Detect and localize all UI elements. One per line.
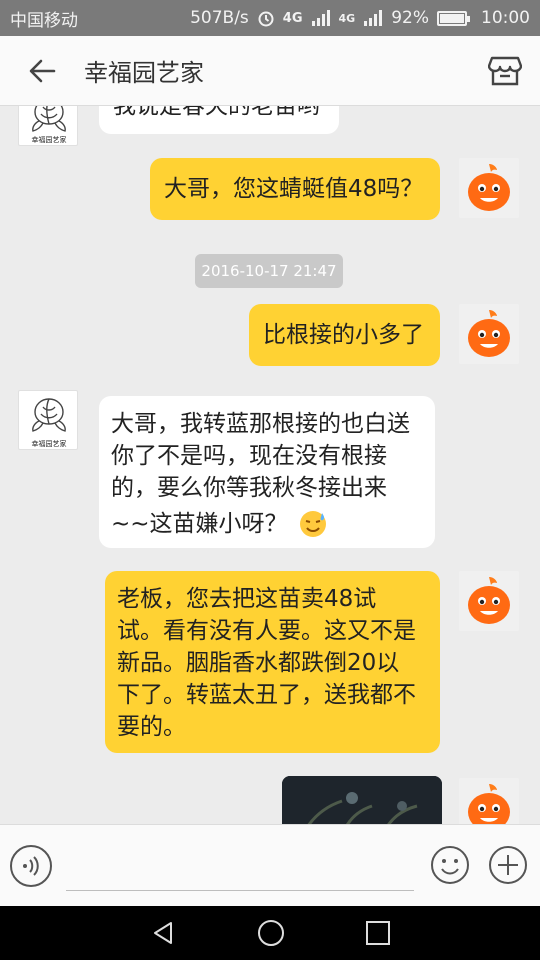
message-bubble-me[interactable]: 大哥，您这蜻蜓值48吗？: [150, 158, 440, 220]
store-button[interactable]: [470, 36, 540, 106]
nav-recent-icon[interactable]: [365, 920, 391, 946]
message-line: 大哥，我转蓝那根接的也白送: [111, 411, 410, 437]
chat-title: 幸福园艺家: [84, 59, 204, 87]
nav-back-icon[interactable]: [149, 919, 177, 947]
message-line: 你了不是吗，现在没有根接: [111, 443, 387, 469]
more-button[interactable]: [488, 845, 528, 885]
message-bubble-them[interactable]: 我说是春天的老苗哟: [99, 106, 339, 134]
my-avatar[interactable]: [459, 778, 519, 824]
message-input[interactable]: [66, 845, 414, 891]
message-text: 比根接的小多了: [263, 322, 424, 348]
message-bubble-me[interactable]: 比根接的小多了: [249, 304, 440, 366]
sweat-smile-emoji-icon: [299, 511, 326, 537]
emoji-icon: [431, 846, 469, 884]
shop-avatar-label: 幸福园艺家: [32, 135, 67, 144]
plus-icon: [489, 846, 527, 884]
message-line: ~~这苗嫌小呀？: [111, 511, 288, 537]
message-line: 的，要么你等我秋冬接出来: [111, 475, 387, 501]
message-bubble-me[interactable]: 老板，您去把这苗卖48试 试。看有没有人要。这又不是 新品。胭脂香水都跌倒20以…: [105, 571, 440, 753]
status-bar: 中国移动 507B/s 4G 4G 92% 10:00: [0, 0, 540, 36]
shop-avatar[interactable]: 幸福园艺家: [18, 106, 78, 146]
my-avatar[interactable]: [459, 571, 519, 631]
navigation-bar: [0, 906, 540, 960]
message-line: 老板，您去把这苗卖48试: [117, 586, 377, 612]
shop-avatar[interactable]: 幸福园艺家: [18, 390, 78, 450]
chat-area[interactable]: 幸福园艺家 我说是春天的老苗哟 大哥，您这蜻蜓值48吗？ 2016-10-17 …: [0, 106, 540, 824]
carrier-label: 中国移动: [10, 10, 78, 31]
signal-icon: [311, 10, 331, 26]
input-bar: [0, 824, 540, 906]
my-avatar[interactable]: [459, 158, 519, 218]
mascot-avatar-icon: [468, 784, 510, 824]
voice-button[interactable]: [10, 845, 52, 887]
plant-photo-icon: [282, 776, 442, 824]
nav-home-icon[interactable]: [256, 918, 286, 948]
clock: 10:00: [481, 8, 530, 28]
message-line: 新品。胭脂香水都跌倒20以: [117, 650, 400, 676]
emoji-button[interactable]: [430, 845, 470, 885]
network-type-2: 4G: [338, 11, 356, 25]
message-line: 下了。转蓝太丑了，送我都不: [117, 682, 416, 708]
signal-icon-2: [363, 10, 383, 26]
voice-icon: [23, 856, 39, 876]
status-indicators: 507B/s 4G 4G 92% 10:00: [190, 8, 530, 28]
my-avatar[interactable]: [459, 304, 519, 364]
network-type-1: 4G: [282, 10, 303, 26]
message-text: 我说是春天的老苗哟: [113, 106, 320, 119]
battery-percent: 92%: [391, 8, 429, 28]
title-bar: 幸福园艺家: [0, 36, 540, 106]
network-speed: 507B/s: [190, 8, 249, 28]
message-line: 要的。: [117, 714, 186, 740]
battery-fill: [440, 13, 464, 23]
back-button[interactable]: [0, 36, 84, 106]
mascot-avatar-icon: [468, 164, 510, 211]
mascot-avatar-icon: [468, 310, 510, 357]
mascot-avatar-icon: [468, 577, 510, 624]
message-text: 大哥，您这蜻蜓值48吗？: [164, 176, 424, 202]
rose-logo-icon: 幸福园艺家: [32, 106, 67, 144]
shop-avatar-label: 幸福园艺家: [32, 439, 67, 448]
rose-logo-icon: 幸福园艺家: [32, 398, 67, 448]
store-icon: [488, 56, 522, 85]
timestamp: 2016-10-17 21:47: [195, 254, 343, 288]
arrow-left-icon: [29, 59, 56, 82]
message-line: 试。看有没有人要。这又不是: [117, 618, 416, 644]
battery-icon: [437, 10, 470, 26]
alarm-icon: [257, 9, 275, 27]
message-bubble-them[interactable]: 大哥，我转蓝那根接的也白送 你了不是吗，现在没有根接 的，要么你等我秋冬接出来 …: [99, 396, 435, 548]
image-message[interactable]: [282, 776, 442, 824]
